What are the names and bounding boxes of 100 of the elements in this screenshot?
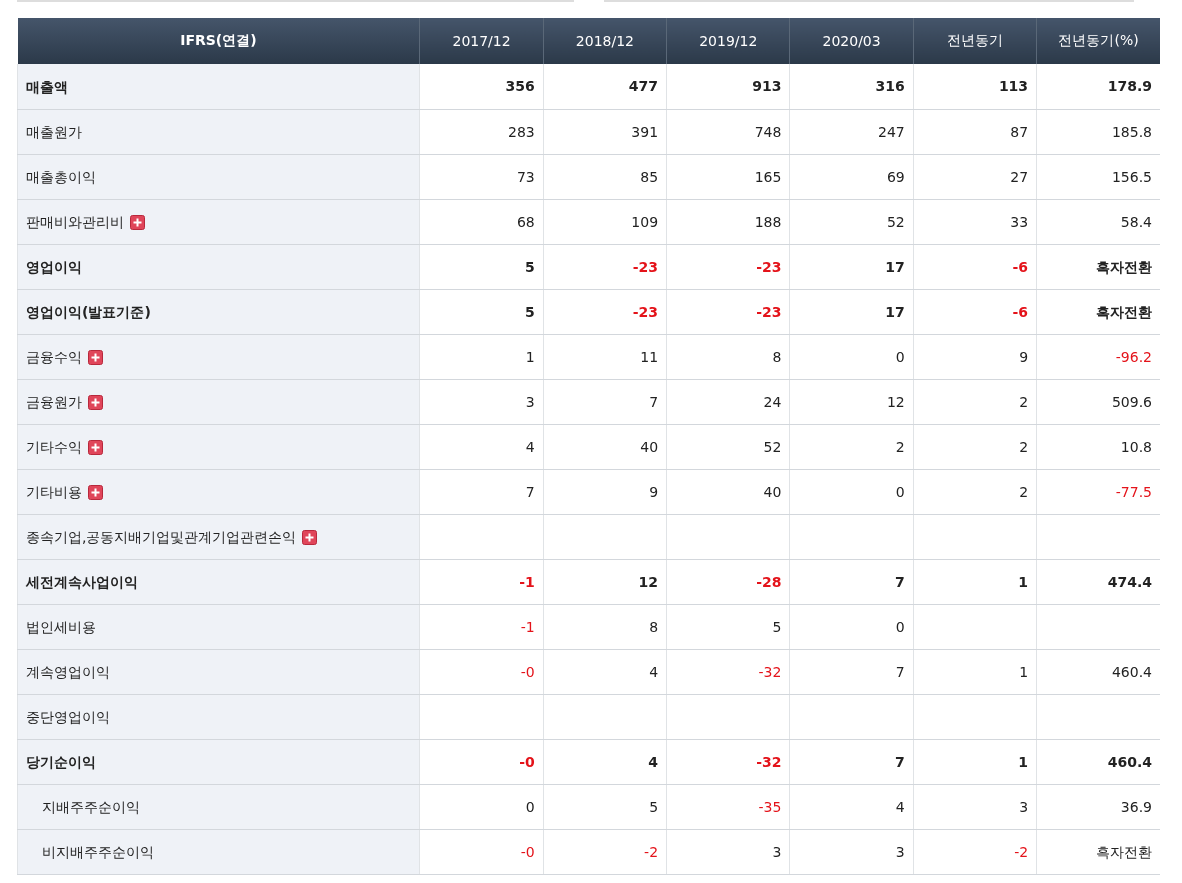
table-cell: 356 <box>505 78 535 95</box>
table-cell: 7 <box>525 483 535 500</box>
table-cell: 460.4 <box>1107 753 1152 770</box>
table-cell: 247 <box>878 123 905 140</box>
column-header: 전년동기(%) <box>1036 18 1160 64</box>
table-cell: 52 <box>886 213 905 230</box>
table-cell: -32 <box>756 753 782 770</box>
row-label: 영업이익(발표기준) <box>26 304 151 320</box>
table-cell: 7 <box>649 393 659 410</box>
table-cell: 5 <box>772 618 782 635</box>
table-cell: 17 <box>885 258 905 275</box>
table-cell: -1 <box>520 618 535 635</box>
table-cell: 3 <box>772 843 782 860</box>
expand-icon[interactable] <box>130 214 145 230</box>
table-cell: 1 <box>525 348 535 365</box>
table-cell: 283 <box>508 123 535 140</box>
table-cell: -6 <box>1012 258 1029 275</box>
table-cell: -0 <box>520 843 535 860</box>
expand-icon[interactable] <box>302 529 318 545</box>
table-cell: 3 <box>895 843 905 860</box>
table-cell: 3 <box>525 393 535 410</box>
column-header: 2017/12 <box>419 18 544 64</box>
table-cell: -23 <box>756 303 782 320</box>
table-cell: -23 <box>756 258 782 275</box>
table-cell: 27 <box>1010 168 1029 185</box>
row-label: 매출액 <box>26 78 68 95</box>
table-cell: 24 <box>763 393 782 410</box>
table-cell: -28 <box>756 573 782 590</box>
row-label: 기타비용 <box>26 484 82 500</box>
row-label: 기타수익 <box>26 439 82 455</box>
table-cell: 1 <box>1018 753 1029 770</box>
table-cell: -32 <box>758 663 782 680</box>
table-cell: 7 <box>895 663 905 680</box>
row-label: 중단영업이익 <box>26 709 110 725</box>
table-cell: 12 <box>886 393 905 410</box>
table-cell: 0 <box>525 798 535 815</box>
table-cell: 185.8 <box>1111 123 1152 140</box>
table-cell: -23 <box>632 303 659 320</box>
table-cell: 316 <box>875 78 905 95</box>
expand-icon[interactable] <box>88 394 103 410</box>
table-cell: 4 <box>649 663 659 680</box>
expand-icon[interactable] <box>88 439 103 455</box>
table-cell: 7 <box>895 573 905 590</box>
table-cell: 2 <box>1019 393 1029 410</box>
table-cell: -0 <box>519 753 535 770</box>
table-cell: 113 <box>998 78 1029 95</box>
table-cell: 2 <box>895 438 905 455</box>
table-cell: 40 <box>763 483 782 500</box>
table-cell: 11 <box>640 348 659 365</box>
table-cell: -2 <box>1014 843 1029 860</box>
table-cell: 68 <box>516 213 535 230</box>
row-label: 영업이익 <box>26 259 82 275</box>
column-header: 2020/03 <box>789 18 914 64</box>
table-cell: 4 <box>895 798 905 815</box>
table-cell: 흑자전환 <box>1096 303 1152 320</box>
table-cell: 5 <box>525 258 535 275</box>
table-cell: 69 <box>886 168 905 185</box>
column-header: 2019/12 <box>666 18 790 64</box>
table-cell: 178.9 <box>1107 78 1152 95</box>
table-cell: 85 <box>640 168 659 185</box>
table-cell: 58.4 <box>1120 213 1152 230</box>
table-cell: 87 <box>1010 123 1029 140</box>
expand-icon[interactable] <box>88 349 103 365</box>
table-cell: 7 <box>895 753 905 770</box>
table-cell: 913 <box>752 78 782 95</box>
table-cell: 36.9 <box>1120 798 1152 815</box>
table-cell: 165 <box>754 168 782 185</box>
row-label: 매출총이익 <box>26 169 96 185</box>
expand-icon[interactable] <box>88 484 103 500</box>
table-cell: 4 <box>648 753 659 770</box>
row-label: 판매비와관리비 <box>26 214 124 230</box>
table-cell: 474.4 <box>1107 573 1152 590</box>
table-cell: 109 <box>631 213 659 230</box>
table-cell: 748 <box>754 123 782 140</box>
table-cell: 156.5 <box>1111 168 1152 185</box>
row-label: 비지배주주순이익 <box>42 844 154 860</box>
row-label: 금융원가 <box>26 394 82 410</box>
table-cell: 460.4 <box>1111 663 1152 680</box>
table-cell: -6 <box>1012 303 1029 320</box>
table-cell: 0 <box>895 483 905 500</box>
row-label: 종속기업,공동지배기업및관계기업관련손익 <box>26 529 297 545</box>
table-cell: -96.2 <box>1115 348 1152 365</box>
table-cell: 9 <box>1019 348 1029 365</box>
table-cell: 0 <box>895 618 905 635</box>
row-label: 매출원가 <box>26 124 82 140</box>
table-cell: 2 <box>1019 483 1029 500</box>
column-header: 전년동기 <box>913 18 1037 64</box>
table-cell: 1 <box>1019 663 1029 680</box>
table-cell: 17 <box>885 303 905 320</box>
row-label: 금융수익 <box>26 349 82 365</box>
table-cell: 33 <box>1010 213 1029 230</box>
table-cell: 8 <box>772 348 782 365</box>
table-cell: 0 <box>895 348 905 365</box>
table-cell: 509.6 <box>1111 393 1152 410</box>
row-label: 지배주주순이익 <box>42 799 140 815</box>
table-cell: 52 <box>763 438 782 455</box>
table-cell: -2 <box>644 843 659 860</box>
table-cell: 12 <box>638 573 659 590</box>
row-label: 법인세비용 <box>26 619 96 635</box>
table-cell: -0 <box>520 663 535 680</box>
